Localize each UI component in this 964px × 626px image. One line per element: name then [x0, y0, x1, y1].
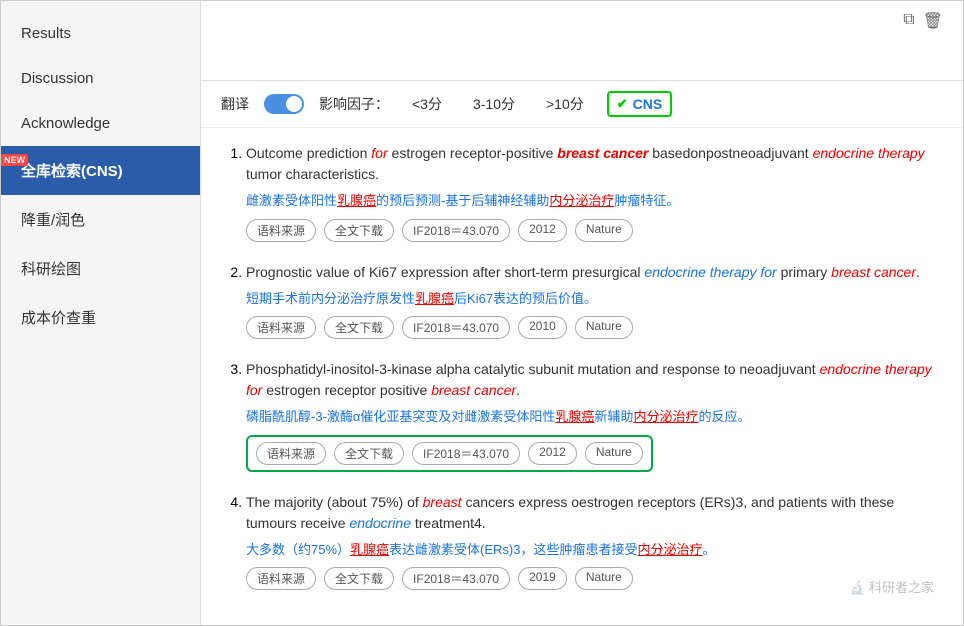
sidebar-item-6[interactable]: 成本价查重 [1, 293, 200, 342]
tag-2-0[interactable]: 语料来源 [256, 442, 326, 465]
tags-wrapper-4: 语料来源全文下载 IF2018＝43.070 2019 Nature [246, 567, 943, 590]
tag-2-4[interactable]: Nature [585, 442, 643, 465]
copy-icon[interactable]: ⧉ [903, 11, 914, 31]
filter-gt10[interactable]: >10分 [538, 91, 592, 117]
chinese-trans-1: 雌激素受体阳性乳腺癌的预后预测-基于后辅神经辅助内分泌治疗肿瘤特征。 [246, 191, 943, 211]
translate-toggle[interactable] [264, 94, 304, 114]
filter-lt3[interactable]: <3分 [404, 91, 450, 117]
chinese-trans-3: 磷脂酰肌醇-3-激酶α催化亚基突变及对雌激素受体阳性乳腺癌新辅助内分泌治疗的反应… [246, 407, 943, 427]
tag-3-4[interactable]: Nature [575, 567, 633, 590]
sidebar-item-4[interactable]: 降重/润色 [1, 195, 200, 244]
sidebar-item-3[interactable]: NEW全库检索(CNS) [1, 146, 200, 195]
sidebar-item-label: Discussion [21, 70, 94, 87]
tag-2-2[interactable]: IF2018＝43.070 [412, 442, 520, 465]
translate-label: 翻译 [221, 94, 249, 114]
result-item-1: Outcome prediction for estrogen receptor… [246, 143, 943, 242]
tag-2-3[interactable]: 2012 [528, 442, 577, 465]
main-panel: ⧉ 🗑 翻译 影响因子： <3分 3-10分 >10分 ✔ CNS Outcom… [201, 1, 963, 625]
tag-0-2[interactable]: IF2018＝43.070 [402, 219, 510, 242]
result-title-3: Phosphatidyl-inositol-3-kinase alpha cat… [246, 359, 943, 401]
tag-1-1[interactable]: 全文下载 [324, 316, 394, 339]
sidebar-item-label: 成本价查重 [21, 310, 96, 327]
cns-checkmark: ✔ [617, 96, 628, 112]
tag-3-3[interactable]: 2019 [518, 567, 567, 590]
result-title-2: Prognostic value of Ki67 expression afte… [246, 262, 943, 283]
sidebar-item-5[interactable]: 科研绘图 [1, 244, 200, 293]
filter-cns[interactable]: ✔ CNS [607, 91, 672, 117]
filter-bar: 翻译 影响因子： <3分 3-10分 >10分 ✔ CNS [201, 81, 963, 128]
result-title-1: Outcome prediction for estrogen receptor… [246, 143, 943, 185]
tag-2-1[interactable]: 全文下载 [334, 442, 404, 465]
sidebar-item-label: Results [21, 25, 71, 42]
sidebar-item-label: 科研绘图 [21, 261, 81, 278]
tag-1-4[interactable]: Nature [575, 316, 633, 339]
sidebar-item-label: Acknowledge [21, 115, 110, 132]
filter-3to10[interactable]: 3-10分 [465, 91, 523, 117]
sidebar-item-2[interactable]: Acknowledge [1, 101, 200, 146]
sidebar-item-0[interactable]: Results [1, 11, 200, 56]
impact-label: 影响因子： [319, 94, 389, 114]
top-bar-icons: ⧉ 🗑 [903, 11, 943, 31]
tag-0-1[interactable]: 全文下载 [324, 219, 394, 242]
cns-label: CNS [633, 96, 663, 112]
chinese-trans-4: 大多数（约75%）乳腺癌表达雌激素受体(ERs)3，这些肿瘤患者接受内分泌治疗。 [246, 540, 943, 560]
tag-3-2[interactable]: IF2018＝43.070 [402, 567, 510, 590]
sidebar: Results Discussion Acknowledge NEW全库检索(CNS)… [1, 1, 201, 625]
tag-3-0[interactable]: 语料来源 [246, 567, 316, 590]
top-bar: ⧉ 🗑 [201, 1, 963, 81]
result-item-2: Prognostic value of Ki67 expression afte… [246, 262, 943, 340]
tag-3-1[interactable]: 全文下载 [324, 567, 394, 590]
tag-1-0[interactable]: 语料来源 [246, 316, 316, 339]
tags-wrapper-3: 语料来源全文下载 IF2018＝43.070 2012 Nature [246, 435, 653, 472]
result-item-4: The majority (about 75%) of breast cance… [246, 492, 943, 591]
tag-0-0[interactable]: 语料来源 [246, 219, 316, 242]
tag-1-3[interactable]: 2010 [518, 316, 567, 339]
tag-1-2[interactable]: IF2018＝43.070 [402, 316, 510, 339]
delete-icon[interactable]: 🗑 [923, 11, 943, 31]
sidebar-item-label: 降重/润色 [21, 212, 85, 229]
new-badge: NEW [1, 154, 28, 166]
tags-wrapper-2: 语料来源全文下载 IF2018＝43.070 2010 Nature [246, 316, 943, 339]
sidebar-item-1[interactable]: Discussion [1, 56, 200, 101]
chinese-trans-2: 短期手术前内分泌治疗原发性乳腺癌后Ki67表达的预后价值。 [246, 289, 943, 309]
sidebar-item-label: 全库检索(CNS) [21, 163, 123, 180]
result-title-4: The majority (about 75%) of breast cance… [246, 492, 943, 534]
result-item-3: Phosphatidyl-inositol-3-kinase alpha cat… [246, 359, 943, 472]
tag-0-3[interactable]: 2012 [518, 219, 567, 242]
results-area: Outcome prediction for estrogen receptor… [201, 128, 963, 625]
tag-0-4[interactable]: Nature [575, 219, 633, 242]
tags-wrapper-1: 语料来源全文下载 IF2018＝43.070 2012 Nature [246, 219, 943, 242]
